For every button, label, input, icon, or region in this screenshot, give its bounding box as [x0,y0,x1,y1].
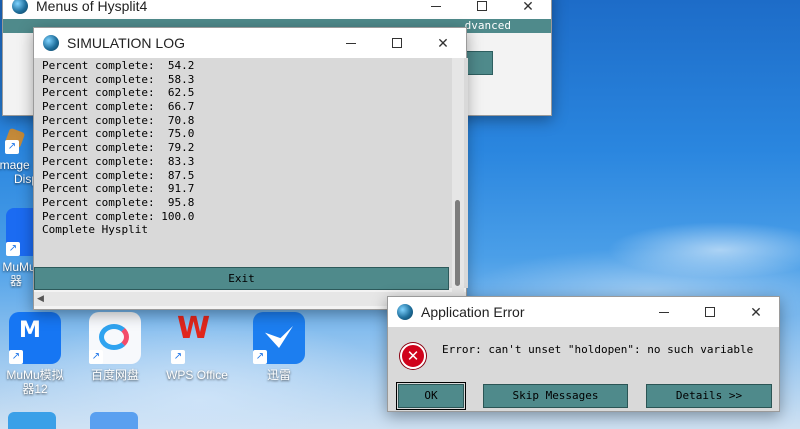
desktop-icon-label: 迅雷 [266,368,291,382]
error-body: ✕ Error: can't unset "holdopen": no such… [388,327,779,411]
maximize-icon [705,307,715,317]
log-line: Percent complete: 66.7 [42,100,195,114]
minimize-icon [431,5,441,7]
desktop-icon-wps-office[interactable]: W ↗ WPS Office [162,312,232,383]
desktop-icon-label: 器 [9,274,22,288]
log-line: Percent complete: 79.2 [42,141,195,155]
minimize-button[interactable] [641,297,687,327]
details-button[interactable]: Details >> [646,384,772,408]
maximize-icon [477,1,487,11]
mumu12-icon: M ↗ [9,312,61,364]
desktop-icon-label: WPS Office [166,368,228,382]
log-window-title: SIMULATION LOG [67,35,185,51]
close-icon: ✕ [437,34,449,51]
close-button[interactable]: ✕ [420,28,466,58]
maximize-button[interactable] [374,28,420,58]
desktop-icon-xunlei[interactable]: ↗ 迅雷 [244,312,314,382]
menus-titlebar[interactable]: Menus of Hysplit4 ✕ [3,0,551,19]
skip-messages-button[interactable]: Skip Messages [483,384,628,408]
menus-window-title: Menus of Hysplit4 [36,0,148,14]
log-line: Percent complete: 91.7 [42,182,195,196]
log-line: Percent complete: 54.2 [42,59,195,72]
log-line: Complete Hysplit [42,223,148,237]
log-titlebar[interactable]: SIMULATION LOG ✕ [34,28,466,58]
desktop-icon-partial[interactable] [8,412,56,429]
application-error-window[interactable]: Application Error ✕ ✕ Error: can't unset… [387,296,780,412]
shortcut-arrow-icon: ↗ [171,350,185,364]
close-button[interactable]: ✕ [505,0,551,21]
error-window-title: Application Error [421,304,525,320]
shortcut-arrow-icon: ↗ [9,350,23,364]
maximize-icon [392,38,402,48]
desktop-icon-baidu-netdisk[interactable]: ↗ 百度网盘 [80,312,150,382]
log-line: Percent complete: 75.0 [42,127,195,141]
menu-advanced[interactable]: dvanced [465,19,511,33]
ok-button[interactable]: OK [396,382,466,410]
close-button[interactable]: ✕ [733,297,779,327]
desktop-icon-label: 器12 [22,382,48,396]
desktop-icon-mumu12[interactable]: M ↗ MuMu模拟 器12 [0,312,70,396]
log-line: Percent complete: 70.8 [42,113,195,127]
hysplit-app-icon [43,35,59,51]
maximize-button[interactable] [459,0,505,21]
minimize-icon [659,311,669,313]
close-icon: ✕ [750,303,762,320]
log-line: Percent complete: 100.0 [42,209,195,223]
simulation-log-window[interactable]: SIMULATION LOG ✕ Percent complete: 54.2 … [33,27,468,310]
error-titlebar[interactable]: Application Error ✕ [388,297,779,327]
shortcut-arrow-icon: ↗ [89,350,103,364]
log-line: Percent complete: 87.5 [42,168,195,182]
error-icon: ✕ [400,343,426,369]
desktop-icon-label: 百度网盘 [90,368,139,382]
log-line: Percent complete: 83.3 [42,154,195,168]
image-display-icon: ↗ [0,126,37,174]
maximize-button[interactable] [687,297,733,327]
error-message: Error: can't unset "holdopen": no such v… [442,343,754,356]
hysplit-app-icon [12,0,28,14]
shortcut-arrow-icon: ↗ [6,242,20,256]
log-text-area[interactable]: Percent complete: 54.2 Percent complete:… [34,58,468,288]
log-line: Percent complete: 95.8 [42,195,195,209]
minimize-icon [346,42,356,44]
desktop-icon-label: MuMu模拟 [6,368,64,382]
desktop-icon-label: MuMu [2,260,36,274]
hysplit-app-icon [397,304,413,320]
xunlei-icon: ↗ [253,312,305,364]
exit-button[interactable]: Exit [34,267,449,290]
log-line: Percent complete: 62.5 [42,86,195,100]
wps-office-icon: W ↗ [171,312,223,364]
scrollbar-thumb[interactable] [455,200,460,286]
scroll-left-icon[interactable]: ◀ [37,294,44,304]
minimize-button[interactable] [413,0,459,21]
minimize-button[interactable] [328,28,374,58]
log-line: Percent complete: 58.3 [42,72,195,86]
log-vertical-scrollbar[interactable] [452,58,464,294]
shortcut-arrow-icon: ↗ [253,350,267,364]
close-icon: ✕ [522,0,534,14]
shortcut-arrow-icon: ↗ [5,140,19,154]
baidu-netdisk-icon: ↗ [89,312,141,364]
desktop-icon-partial[interactable] [90,412,138,429]
